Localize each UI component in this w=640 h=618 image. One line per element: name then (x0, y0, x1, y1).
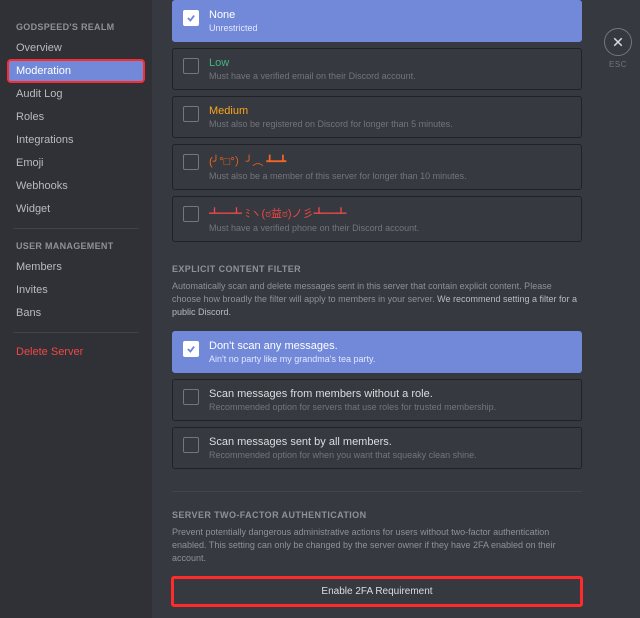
verification-option-extreme[interactable]: ┻━┻ ﾐヽ(ಠ益ಠ)ノ彡┻━┻ Must have a verified ph… (172, 196, 582, 242)
sidebar-item-integrations[interactable]: Integrations (8, 129, 144, 151)
verification-option-high[interactable]: (╯°□°）╯︵ ┻━┻ Must also be a member of th… (172, 144, 582, 190)
section-divider (172, 491, 582, 492)
enable-2fa-button[interactable]: Enable 2FA Requirement (172, 577, 582, 606)
option-subtitle: Recommended option for when you want tha… (209, 450, 571, 460)
checkbox-icon (183, 106, 199, 122)
settings-sidebar: GODSPEED'S REALM Overview Moderation Aud… (0, 0, 152, 618)
sidebar-server-heading: GODSPEED'S REALM (8, 18, 144, 36)
explicit-filter-group: Don't scan any messages. Ain't no party … (172, 331, 582, 469)
sidebar-item-roles[interactable]: Roles (8, 106, 144, 128)
option-title: Medium (209, 105, 571, 117)
explicit-option-all[interactable]: Scan messages sent by all members. Recom… (172, 427, 582, 469)
option-title: None (209, 9, 571, 21)
checkbox-icon (183, 206, 199, 222)
checkbox-icon (183, 154, 199, 170)
sidebar-item-invites[interactable]: Invites (8, 279, 144, 301)
option-subtitle: Must have a verified phone on their Disc… (209, 223, 571, 233)
option-subtitle: Ain't no party like my grandma's tea par… (209, 354, 571, 364)
sidebar-item-webhooks[interactable]: Webhooks (8, 175, 144, 197)
settings-content: ESC None Unrestricted Low Must have a ve… (152, 0, 640, 618)
explicit-filter-description: Automatically scan and delete messages s… (172, 280, 582, 319)
option-title: (╯°□°）╯︵ ┻━┻ (209, 153, 571, 169)
option-subtitle: Must also be registered on Discord for l… (209, 119, 571, 129)
sidebar-item-emoji[interactable]: Emoji (8, 152, 144, 174)
option-title: Scan messages sent by all members. (209, 436, 571, 448)
verification-option-medium[interactable]: Medium Must also be registered on Discor… (172, 96, 582, 138)
close-wrap: ESC (598, 28, 638, 69)
twofa-description: Prevent potentially dangerous administra… (172, 526, 582, 565)
sidebar-item-widget[interactable]: Widget (8, 198, 144, 220)
sidebar-item-bans[interactable]: Bans (8, 302, 144, 324)
explicit-filter-heading: EXPLICIT CONTENT FILTER (172, 264, 582, 274)
explicit-option-no-role[interactable]: Scan messages from members without a rol… (172, 379, 582, 421)
esc-label: ESC (598, 60, 638, 69)
option-subtitle: Unrestricted (209, 23, 571, 33)
checkbox-icon (183, 58, 199, 74)
checkbox-icon (183, 437, 199, 453)
option-subtitle: Recommended option for servers that use … (209, 402, 571, 412)
verification-level-group: None Unrestricted Low Must have a verifi… (172, 0, 582, 242)
option-title: Don't scan any messages. (209, 340, 571, 352)
option-subtitle: Must also be a member of this server for… (209, 171, 571, 181)
checkbox-icon (183, 10, 199, 26)
sidebar-item-delete-server[interactable]: Delete Server (8, 341, 144, 363)
checkbox-icon (183, 389, 199, 405)
twofa-heading: SERVER TWO-FACTOR AUTHENTICATION (172, 510, 582, 520)
explicit-option-none[interactable]: Don't scan any messages. Ain't no party … (172, 331, 582, 373)
sidebar-item-moderation[interactable]: Moderation (8, 60, 144, 82)
checkbox-icon (183, 341, 199, 357)
sidebar-divider (14, 228, 138, 229)
close-icon (612, 36, 624, 48)
option-subtitle: Must have a verified email on their Disc… (209, 71, 571, 81)
sidebar-item-audit-log[interactable]: Audit Log (8, 83, 144, 105)
sidebar-divider-2 (14, 332, 138, 333)
sidebar-item-overview[interactable]: Overview (8, 37, 144, 59)
verification-option-none[interactable]: None Unrestricted (172, 0, 582, 42)
option-title: ┻━┻ ﾐヽ(ಠ益ಠ)ノ彡┻━┻ (209, 205, 571, 221)
sidebar-user-heading: USER MANAGEMENT (8, 237, 144, 255)
sidebar-item-members[interactable]: Members (8, 256, 144, 278)
close-button[interactable] (604, 28, 632, 56)
verification-option-low[interactable]: Low Must have a verified email on their … (172, 48, 582, 90)
option-title: Scan messages from members without a rol… (209, 388, 571, 400)
option-title: Low (209, 57, 571, 69)
